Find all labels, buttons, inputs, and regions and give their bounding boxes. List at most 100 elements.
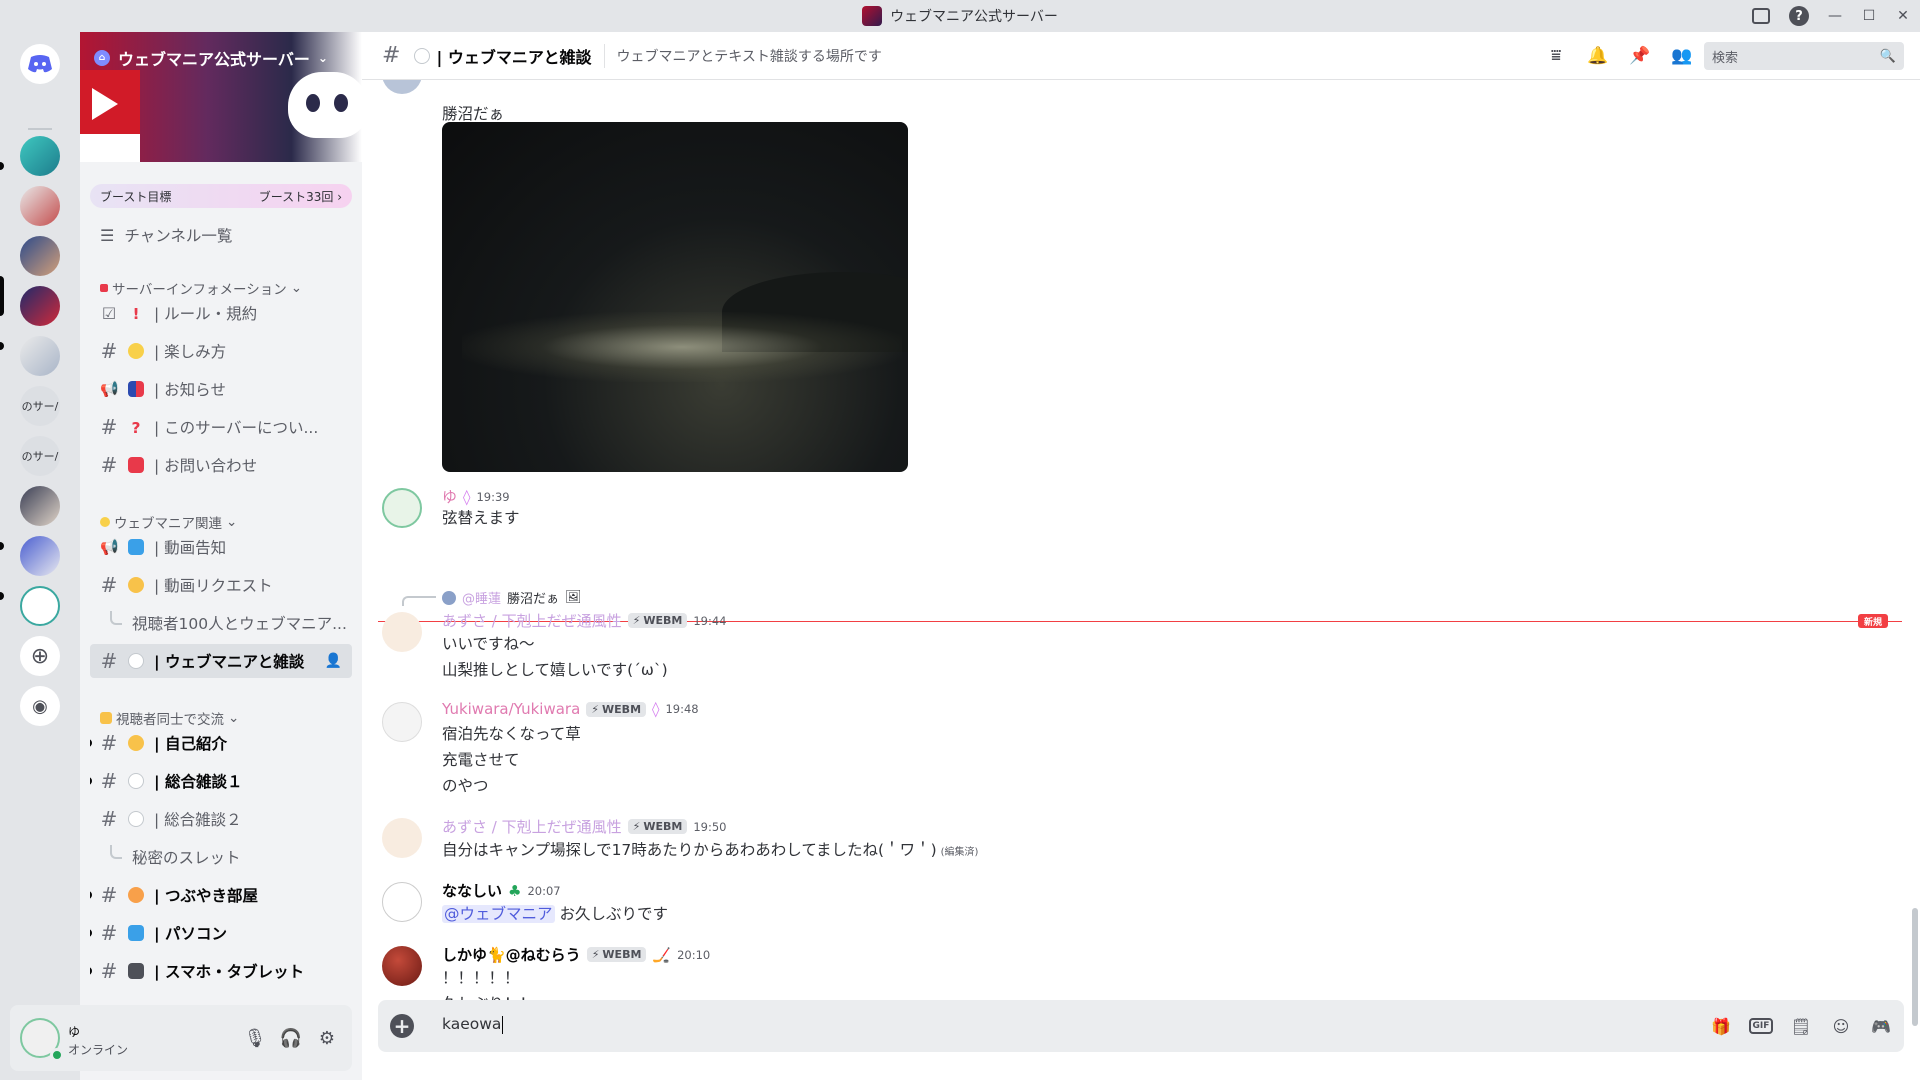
server-icon-5[interactable]: [20, 336, 60, 376]
add-member-icon[interactable]: 👤: [325, 653, 342, 669]
headphones-icon[interactable]: 🎧: [278, 1025, 304, 1051]
channel-tweets[interactable]: # | つぶやき部屋: [90, 878, 352, 912]
message-author[interactable]: Yukiwara/Yukiwara: [442, 700, 580, 718]
explore-icon[interactable]: ◉: [20, 686, 60, 726]
bell-icon[interactable]: 🔔: [1586, 44, 1610, 68]
message-header: Yukiwara/Yukiwara ⚡ WEBM ◊ 19:48: [442, 700, 699, 718]
server-folder-2[interactable]: のサー/: [20, 436, 60, 476]
category-server-info[interactable]: サーバーインフォメーション ⌄: [100, 278, 302, 298]
server-icon-1[interactable]: [20, 136, 60, 176]
community-icon: ⌂: [94, 50, 110, 66]
hash-icon: #: [100, 807, 118, 831]
play-icon: [92, 88, 118, 120]
avatar[interactable]: [382, 612, 422, 652]
message-time: 19:48: [665, 702, 699, 716]
channel-about-server[interactable]: # ? | このサーバーについ...: [90, 410, 352, 444]
night-view-image[interactable]: [442, 122, 908, 472]
members-icon[interactable]: 👥: [1670, 44, 1694, 68]
message-author[interactable]: ななしい: [442, 880, 502, 901]
channel-topic[interactable]: ウェブマニアとテキスト雑談する場所です: [617, 46, 882, 66]
add-server-icon[interactable]: ⊕: [20, 636, 60, 676]
pin-icon[interactable]: 📌: [1628, 44, 1652, 68]
avatar[interactable]: [382, 702, 422, 742]
message-author[interactable]: あずさ / 下剋上だぜ通風性: [442, 816, 622, 837]
channel-contact[interactable]: # | お問い合わせ: [90, 448, 352, 482]
channel-label: | スマホ・タブレット: [154, 963, 305, 981]
discord-mascot-icon: [288, 72, 362, 138]
channel-how-to-enjoy[interactable]: # | 楽しみ方: [90, 334, 352, 368]
message-text: 勝沼だぁ: [442, 105, 505, 123]
server-tag[interactable]: ⚡ WEBM: [627, 819, 688, 834]
boost-count: ブースト33回 ›: [258, 189, 342, 204]
gear-icon[interactable]: ⚙: [314, 1025, 340, 1051]
avatar[interactable]: [382, 80, 422, 94]
server-icon-2[interactable]: [20, 186, 60, 226]
server-tag[interactable]: ⚡ WEBM: [586, 701, 647, 717]
gamepad-icon[interactable]: 🎮: [1868, 1014, 1894, 1038]
thread-secret[interactable]: 秘密のスレット: [90, 840, 352, 874]
speech-bubble-icon: [128, 811, 144, 827]
scrollbar-thumb[interactable]: [1912, 908, 1918, 1026]
message-input[interactable]: kaeowa: [442, 1015, 1642, 1034]
attach-plus-icon[interactable]: +: [390, 1014, 414, 1038]
gif-icon[interactable]: GIF: [1748, 1014, 1774, 1038]
discord-home-icon[interactable]: [20, 44, 60, 84]
category-webmania[interactable]: ウェブマニア関連 ⌄: [100, 512, 237, 532]
message-author[interactable]: しかゆ🐈@ねむらう: [442, 944, 581, 965]
message-text: @ウェブマニア お久しぶりです: [442, 902, 668, 924]
channel-video-notice[interactable]: 📢 | 動画告知: [90, 530, 352, 564]
user-mention[interactable]: @ウェブマニア: [442, 905, 555, 923]
channel-label: | 総合雑談１: [154, 773, 243, 791]
avatar[interactable]: [382, 882, 422, 922]
help-icon[interactable]: ?: [1780, 0, 1818, 32]
server-icon-3[interactable]: [20, 236, 60, 276]
channel-pc[interactable]: # | パソコン: [90, 916, 352, 950]
channel-smartphone[interactable]: # | スマホ・タブレット: [90, 954, 352, 988]
microphone-icon[interactable]: 🎙: [242, 1025, 268, 1051]
reply-preview[interactable]: @睡蓮 勝沼だぁ 🖼: [442, 588, 582, 607]
chevron-down-icon: ⌄: [317, 51, 328, 65]
hash-icon: #: [100, 959, 118, 983]
maximize-button[interactable]: ☐: [1852, 0, 1886, 32]
threads-icon[interactable]: ⩸: [1544, 44, 1568, 68]
avatar[interactable]: [382, 818, 422, 858]
server-icon-7[interactable]: [20, 536, 60, 576]
channel-general-2[interactable]: # | 総合雑談２: [90, 802, 352, 836]
inbox-icon[interactable]: [1742, 0, 1780, 32]
server-icon-6[interactable]: [20, 486, 60, 526]
channel-video-request[interactable]: # | 動画リクエスト: [90, 568, 352, 602]
boost-goal-label: ブースト目標: [100, 189, 172, 204]
category-viewers[interactable]: 視聴者同士で交流 ⌄: [100, 708, 239, 728]
server-tag[interactable]: ⚡ WEBM: [627, 613, 688, 628]
minimize-button[interactable]: —: [1818, 0, 1852, 32]
channel-self-intro[interactable]: # | 自己紹介: [90, 726, 352, 760]
server-icon-webmania[interactable]: [20, 286, 60, 326]
avatar[interactable]: [382, 946, 422, 986]
message-time: 20:07: [527, 883, 561, 898]
message-author[interactable]: あずさ / 下剋上だぜ通風性: [442, 610, 622, 631]
channel-rules[interactable]: ☑ ! | ルール・規約: [90, 296, 352, 330]
channel-general-1[interactable]: # | 総合雑談１: [90, 764, 352, 798]
sticker-icon[interactable]: 🗒: [1788, 1014, 1814, 1038]
message-text: 自分はキャンプ場探しで17時あたりからあわあわしてましたね(＇ワ＇) (編集済): [442, 838, 978, 860]
channel-webmania-chat[interactable]: # | ウェブマニアと雑談 👤: [90, 644, 352, 678]
search-input[interactable]: 検索 🔍: [1704, 42, 1904, 70]
hash-icon: #: [100, 573, 118, 597]
hash-icon: #: [100, 921, 118, 945]
close-button[interactable]: ✕: [1886, 0, 1920, 32]
server-icon-8[interactable]: [20, 586, 60, 626]
avatar[interactable]: [382, 488, 422, 528]
browse-channels[interactable]: ☰ チャンネル一覧: [90, 218, 352, 252]
channel-announcements[interactable]: 📢 | お知らせ: [90, 372, 352, 406]
server-name-button[interactable]: ⌂ ウェブマニア公式サーバー ⌄: [94, 46, 328, 70]
server-tag[interactable]: ⚡ WEBM: [586, 947, 647, 962]
server-name: ウェブマニア公式サーバー: [118, 50, 310, 69]
gift-icon[interactable]: 🎁: [1708, 1014, 1734, 1038]
message-time: 20:10: [677, 947, 711, 962]
unread-indicator: [90, 777, 92, 785]
thread-viewers-100[interactable]: 視聴者100人とウェブマニア...: [90, 606, 352, 640]
server-folder-1[interactable]: のサー/: [20, 386, 60, 426]
boost-goal-bar[interactable]: ブースト目標 ブースト33回 ›: [90, 184, 352, 208]
message-author[interactable]: ゆ: [442, 486, 457, 507]
emoji-icon[interactable]: ☺: [1828, 1014, 1854, 1038]
